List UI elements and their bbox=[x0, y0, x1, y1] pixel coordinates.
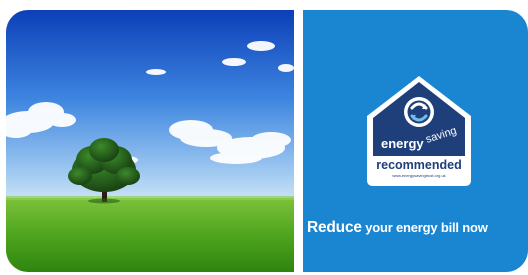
tagline-rest: your energy bill now bbox=[361, 220, 488, 235]
tagline: Reduce your energy bill now bbox=[307, 219, 488, 237]
energy-saving-recommended-logo-icon: energy saving recommended www.energysavi… bbox=[363, 72, 475, 190]
logo-word-recommended: recommended bbox=[376, 158, 461, 172]
logo-url: www.energysavingtrust.org.uk bbox=[392, 173, 445, 178]
tagline-first-word: Reduce bbox=[307, 219, 362, 236]
logo-word-energy: energy bbox=[381, 136, 424, 151]
energy-saving-banner[interactable]: energy saving recommended www.energysavi… bbox=[0, 0, 528, 275]
energy-saving-panel: energy saving recommended www.energysavi… bbox=[303, 10, 528, 272]
tree-in-field-photo bbox=[6, 10, 294, 272]
